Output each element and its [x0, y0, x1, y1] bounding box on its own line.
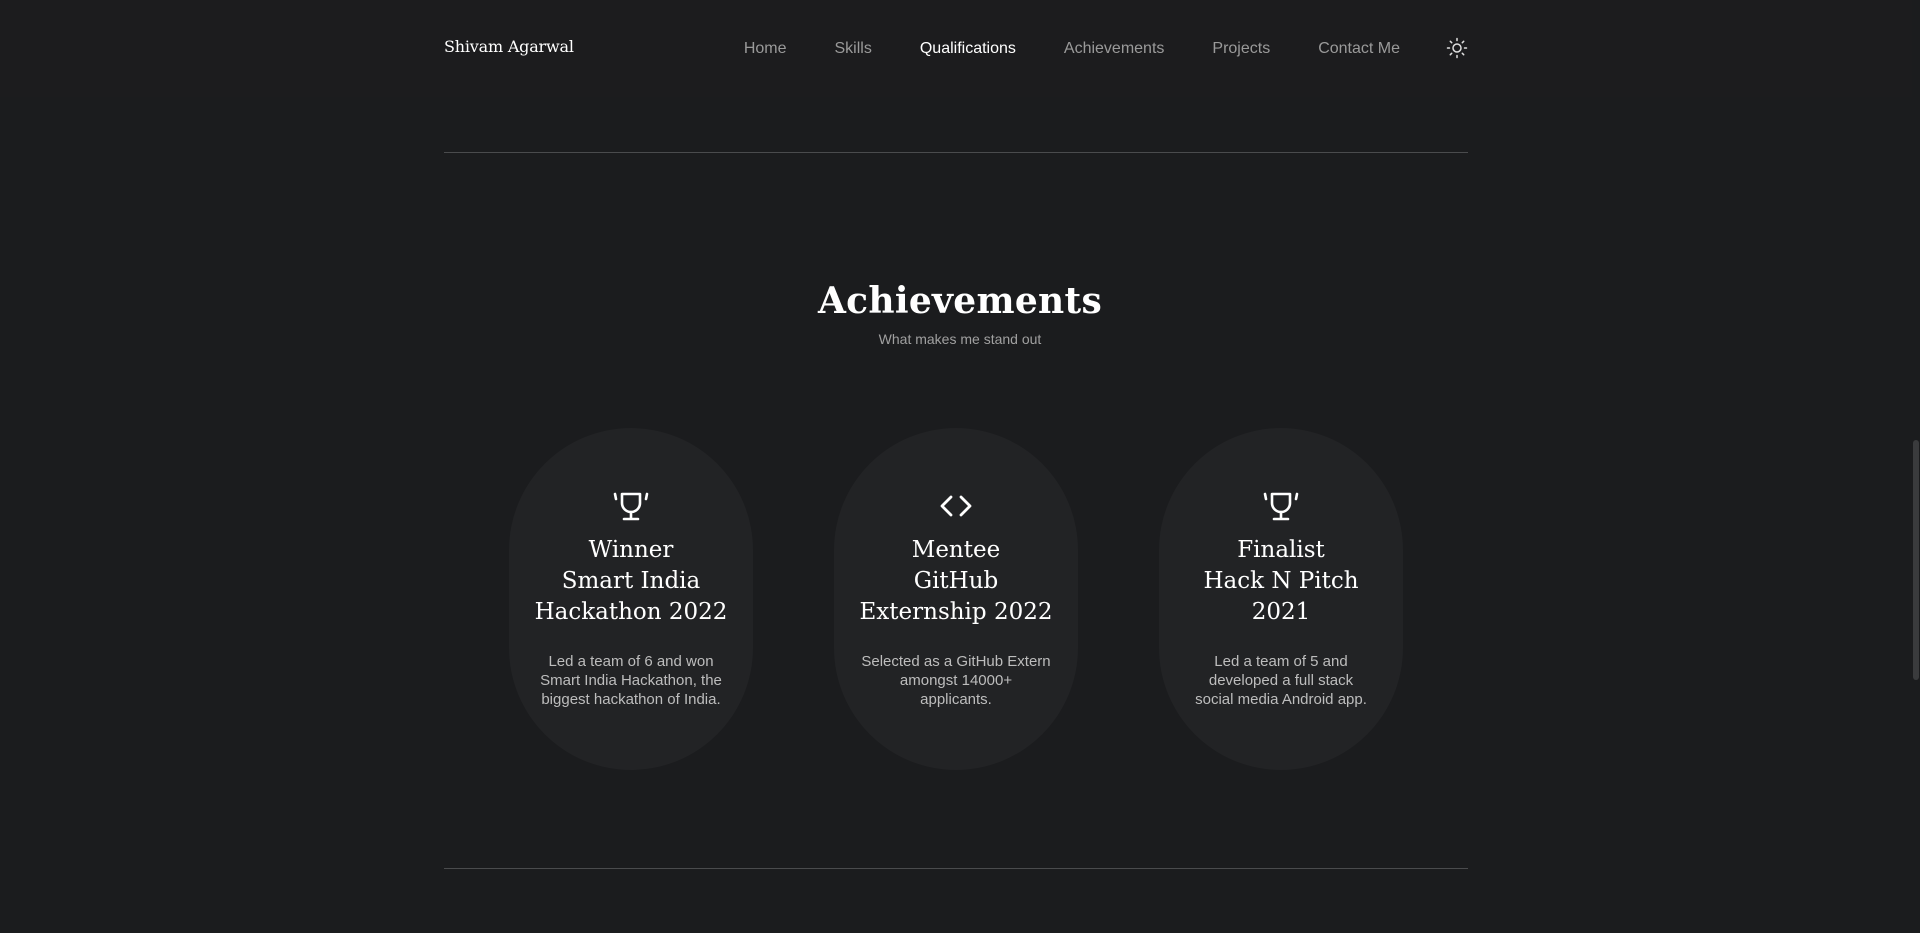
achievement-desc-line: Led a team of 5 and — [1214, 653, 1348, 670]
achievement-desc-line: social media Android app. — [1195, 691, 1367, 708]
nav-link-projects[interactable]: Projects — [1212, 40, 1270, 58]
scrollbar-thumb[interactable] — [1913, 440, 1919, 680]
achievement-title-line: Mentee — [911, 537, 1001, 563]
brand-logo[interactable]: Shivam Agarwal — [444, 37, 574, 56]
achievement-desc-line: Selected as a GitHub Extern — [861, 653, 1051, 670]
trophy-icon — [1263, 492, 1299, 521]
trophy-icon — [613, 492, 649, 521]
achievement-card: Finalist Hack N Pitch 2021 Led a team of… — [1159, 428, 1403, 770]
achievement-title-line: Externship 2022 — [859, 599, 1053, 625]
achievement-title-line: Finalist — [1237, 537, 1325, 563]
nav-link-home[interactable]: Home — [744, 40, 787, 58]
achievement-title-line: Hackathon 2022 — [534, 599, 728, 625]
achievement-description: Led a team of 5 and developed a full sta… — [1181, 652, 1381, 709]
navbar-inner: Shivam Agarwal Home Skills Qualification… — [444, 0, 1468, 97]
achievement-card: Mentee GitHub Externship 2022 Selected a… — [834, 428, 1078, 770]
achievement-title-line: 2021 — [1251, 599, 1311, 625]
achievement-desc-line: amongst 14000+ — [899, 672, 1013, 689]
navbar: Shivam Agarwal Home Skills Qualification… — [0, 0, 1920, 97]
achievement-title: Mentee GitHub Externship 2022 — [834, 535, 1078, 628]
section-divider-bottom — [444, 868, 1468, 869]
achievement-description: Led a team of 6 and won Smart India Hack… — [531, 652, 731, 709]
nav-links: Home Skills Qualifications Achievements … — [744, 39, 1400, 59]
achievement-desc-line: applicants. — [920, 691, 992, 708]
section-subtitle: What makes me stand out — [878, 331, 1042, 347]
section-title: Achievements — [817, 280, 1103, 322]
achievement-title-line: GitHub — [913, 568, 999, 594]
nav-link-skills[interactable]: Skills — [835, 40, 872, 58]
sun-icon — [1446, 37, 1468, 59]
page-scrollbar[interactable] — [1912, 0, 1920, 933]
achievement-desc-line: developed a full stack — [1208, 672, 1354, 689]
achievement-title-line: Smart India — [561, 568, 701, 594]
achievement-title-line: Winner — [588, 537, 674, 563]
nav-link-achievements[interactable]: Achievements — [1064, 40, 1165, 58]
achievement-desc-line: Led a team of 6 and won — [548, 653, 714, 670]
achievement-description: Selected as a GitHub Extern amongst 1400… — [856, 652, 1056, 709]
achievement-title-line: Hack N Pitch — [1203, 568, 1359, 594]
nav-link-contact[interactable]: Contact Me — [1318, 40, 1400, 58]
achievement-card: Winner Smart India Hackathon 2022 Led a … — [509, 428, 753, 770]
nav-link-qualifications[interactable]: Qualifications — [920, 40, 1016, 58]
code-icon — [940, 495, 972, 517]
achievement-title: Winner Smart India Hackathon 2022 — [509, 535, 753, 628]
section-divider-top — [444, 152, 1468, 153]
page: Shivam Agarwal Home Skills Qualification… — [0, 0, 1920, 933]
achievement-desc-line: biggest hackathon of India. — [541, 691, 721, 708]
theme-toggle-button[interactable] — [1446, 37, 1468, 59]
achievement-title: Finalist Hack N Pitch 2021 — [1159, 535, 1403, 628]
achievement-desc-line: Smart India Hackathon, the — [540, 672, 722, 689]
